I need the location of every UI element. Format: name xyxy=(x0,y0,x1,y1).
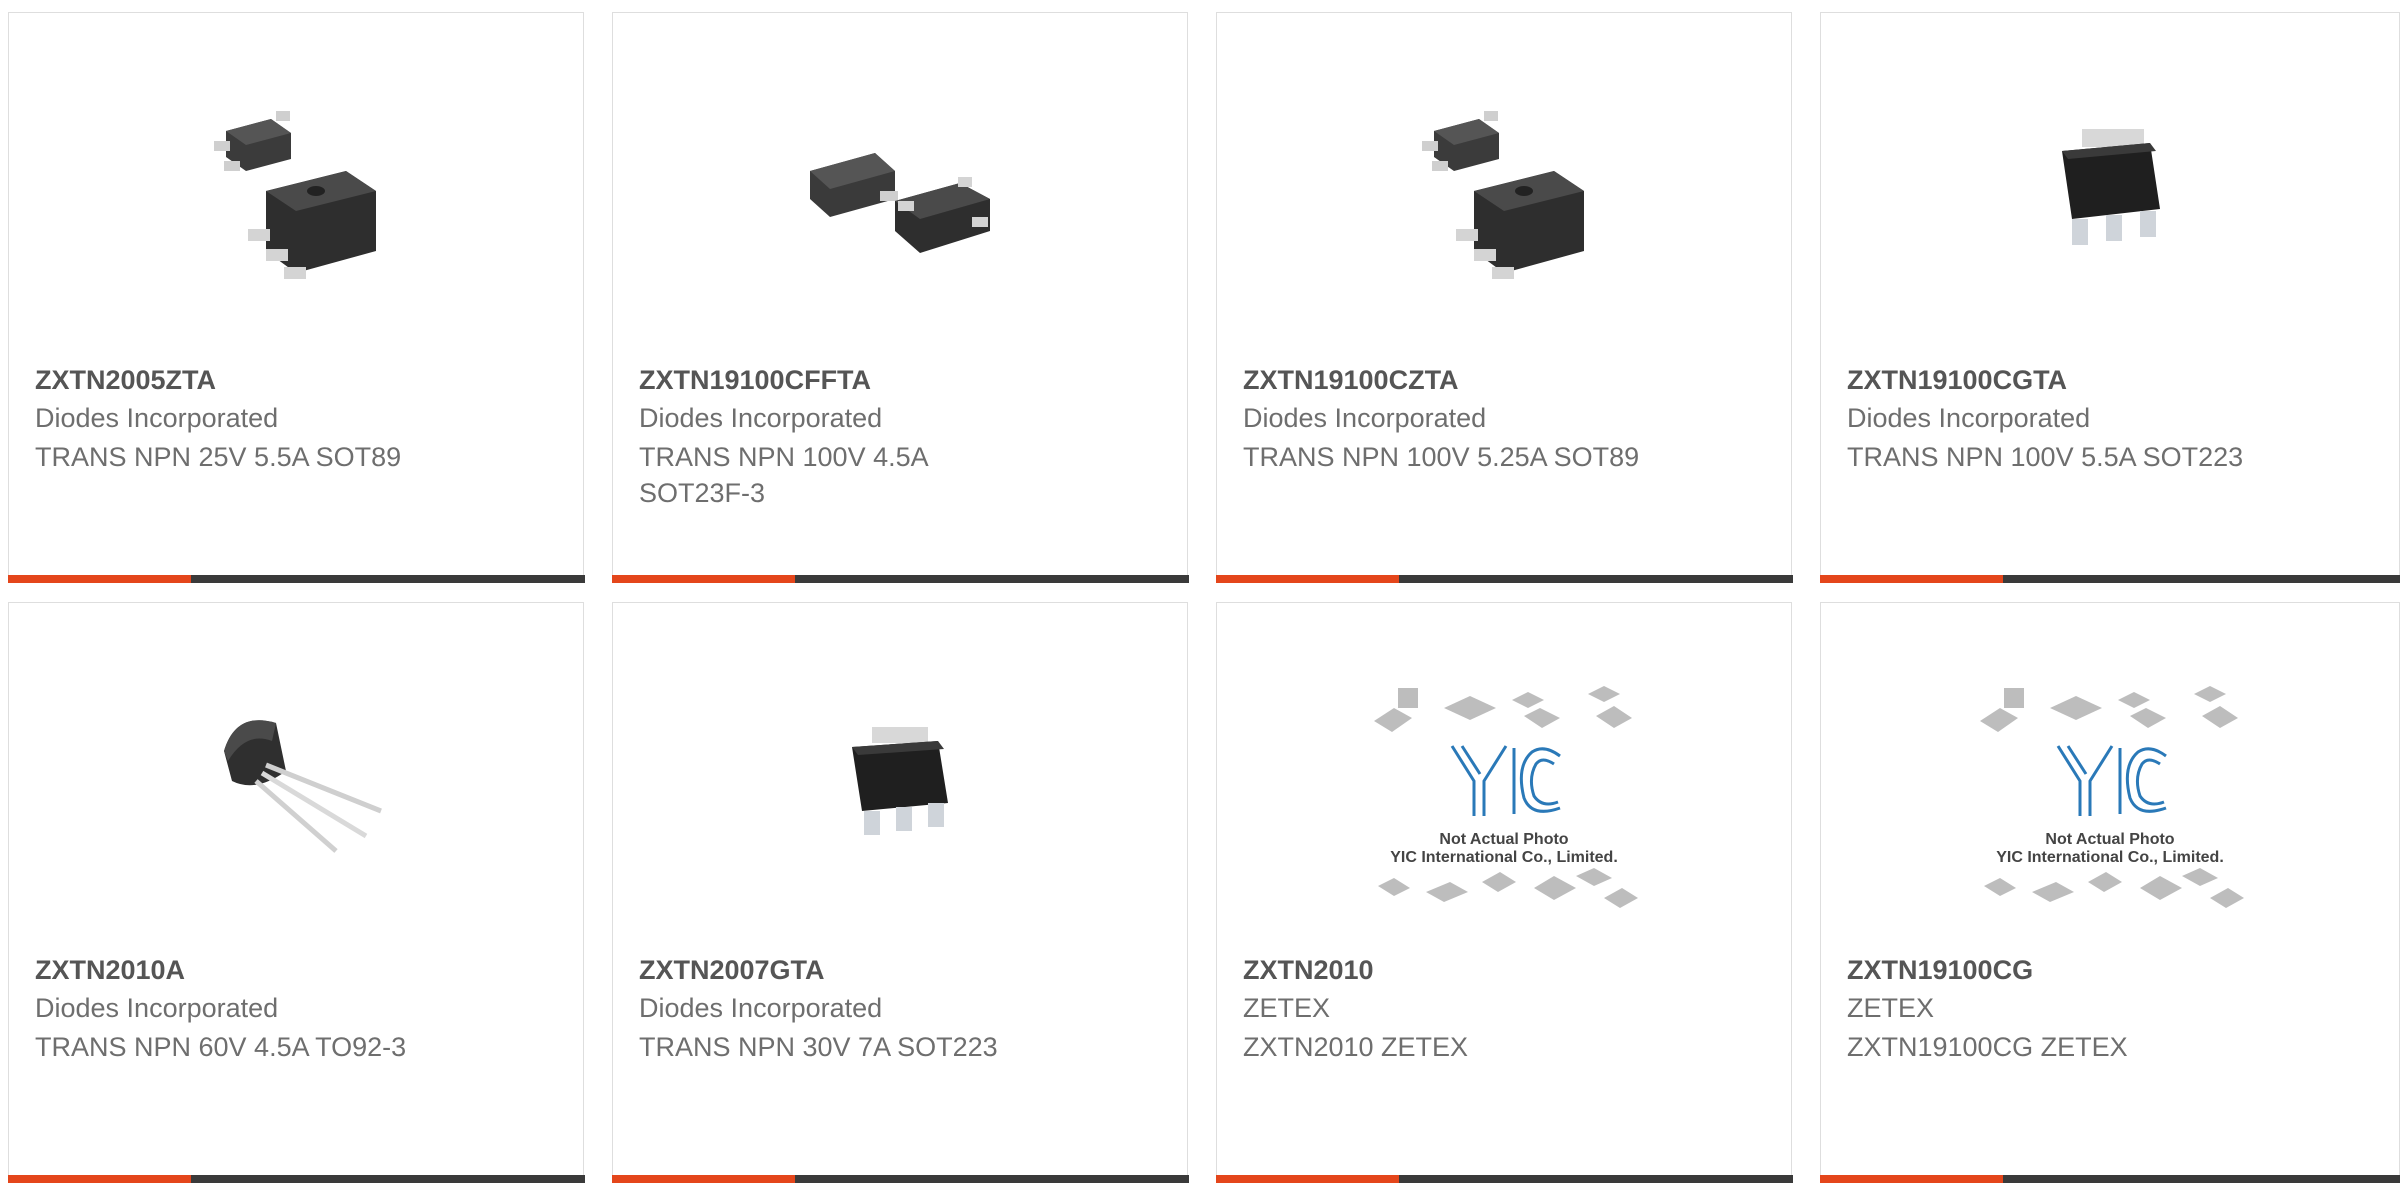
part-number[interactable]: ZXTN2010A xyxy=(35,955,185,986)
product-card[interactable]: ZXTN19100CZTA Diodes Incorporated TRANS … xyxy=(1216,12,1792,582)
manufacturer: Diodes Incorporated xyxy=(1847,403,2090,434)
description: TRANS NPN 30V 7A SOT223 xyxy=(639,1029,1179,1065)
card-bottom-bar xyxy=(1820,575,2400,583)
card-accent xyxy=(612,575,795,583)
card-bottom-bar xyxy=(8,1175,585,1183)
product-card[interactable]: ZXTN2005ZTA Diodes Incorporated TRANS NP… xyxy=(8,12,584,582)
product-image xyxy=(9,83,583,298)
placeholder-line1: Not Actual Photo xyxy=(1439,831,1568,848)
product-card[interactable]: ZXTN2007GTA Diodes Incorporated TRANS NP… xyxy=(612,602,1188,1182)
product-image xyxy=(9,673,583,888)
manufacturer: ZETEX xyxy=(1243,993,1330,1024)
card-accent xyxy=(1820,1175,2003,1183)
product-image: Not Actual Photo YIC International Co., … xyxy=(1217,693,1791,908)
manufacturer: Diodes Incorporated xyxy=(639,993,882,1024)
description: TRANS NPN 25V 5.5A SOT89 xyxy=(35,439,575,475)
description: ZXTN2010 ZETEX xyxy=(1243,1029,1783,1065)
manufacturer: Diodes Incorporated xyxy=(35,403,278,434)
manufacturer: ZETEX xyxy=(1847,993,1934,1024)
part-number[interactable]: ZXTN19100CG xyxy=(1847,955,2033,986)
card-accent xyxy=(1820,575,2003,583)
product-card[interactable]: ZXTN19100CGTA Diodes Incorporated TRANS … xyxy=(1820,12,2400,582)
card-accent xyxy=(8,1175,191,1183)
manufacturer: Diodes Incorporated xyxy=(35,993,278,1024)
description: TRANS NPN 100V 5.25A SOT89 xyxy=(1243,439,1783,475)
part-number[interactable]: ZXTN2010 xyxy=(1243,955,1374,986)
card-bottom-bar xyxy=(8,575,585,583)
card-bottom-bar xyxy=(1820,1175,2400,1183)
card-bottom-bar xyxy=(1216,1175,1793,1183)
part-number[interactable]: ZXTN2005ZTA xyxy=(35,365,216,396)
placeholder-line2: YIC International Co., Limited. xyxy=(1996,849,2224,866)
part-number[interactable]: ZXTN19100CGTA xyxy=(1847,365,2067,396)
description: TRANS NPN 100V 4.5A SOT23F-3 xyxy=(639,439,1009,511)
description: ZXTN19100CG ZETEX xyxy=(1847,1029,2387,1065)
card-accent xyxy=(8,575,191,583)
product-card[interactable]: Not Actual Photo YIC International Co., … xyxy=(1820,602,2400,1182)
card-accent xyxy=(1216,1175,1399,1183)
card-accent xyxy=(1216,575,1399,583)
card-bottom-bar xyxy=(1216,575,1793,583)
description: TRANS NPN 100V 5.5A SOT223 xyxy=(1847,439,2387,475)
part-number[interactable]: ZXTN19100CFFTA xyxy=(639,365,871,396)
product-card[interactable]: ZXTN2010A Diodes Incorporated TRANS NPN … xyxy=(8,602,584,1182)
product-image xyxy=(613,83,1187,298)
product-image xyxy=(1821,83,2399,298)
card-bottom-bar xyxy=(612,1175,1189,1183)
part-number[interactable]: ZXTN19100CZTA xyxy=(1243,365,1459,396)
placeholder-line2: YIC International Co., Limited. xyxy=(1390,849,1618,866)
product-image xyxy=(613,673,1187,888)
manufacturer: Diodes Incorporated xyxy=(1243,403,1486,434)
card-accent xyxy=(612,1175,795,1183)
product-card[interactable]: ZXTN19100CFFTA Diodes Incorporated TRANS… xyxy=(612,12,1188,582)
placeholder-line1: Not Actual Photo xyxy=(2045,831,2174,848)
part-number[interactable]: ZXTN2007GTA xyxy=(639,955,825,986)
description: TRANS NPN 60V 4.5A TO92-3 xyxy=(35,1029,575,1065)
product-card[interactable]: Not Actual Photo YIC International Co., … xyxy=(1216,602,1792,1182)
card-bottom-bar xyxy=(612,575,1189,583)
product-image: Not Actual Photo YIC International Co., … xyxy=(1821,693,2399,908)
manufacturer: Diodes Incorporated xyxy=(639,403,882,434)
product-image xyxy=(1217,83,1791,298)
